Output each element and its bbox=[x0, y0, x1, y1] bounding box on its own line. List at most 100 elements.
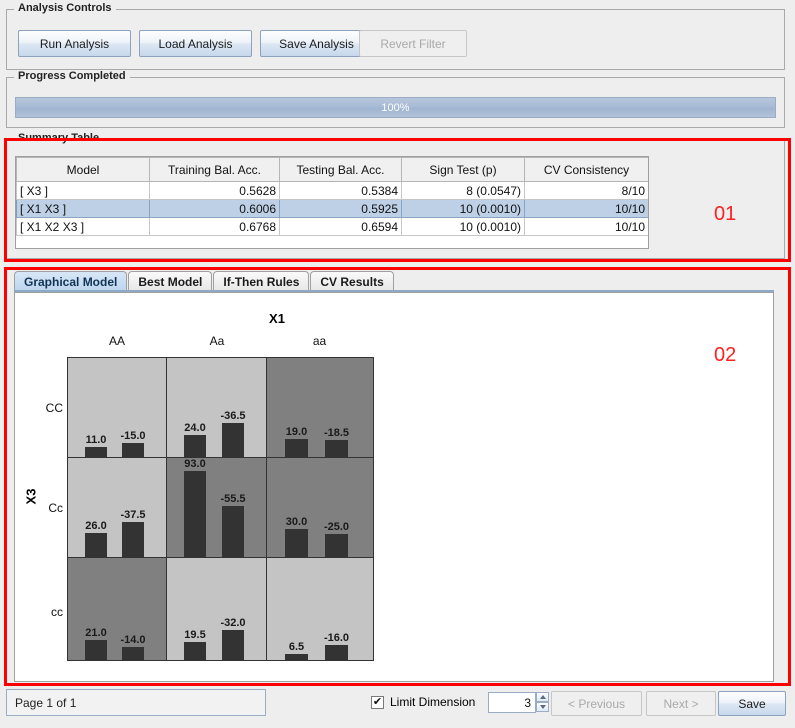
bar-CC-aa-positive bbox=[285, 439, 308, 457]
next-button: Next > bbox=[646, 691, 716, 716]
table-row[interactable]: [ X1 X2 X3 ] 0.6768 0.6594 10 (0.0010) 1… bbox=[16, 217, 648, 236]
cell-model: [ X3 ] bbox=[16, 181, 150, 200]
bar-label-Cc-Aa-negative: -55.5 bbox=[220, 493, 246, 505]
bar-label-CC-Aa-negative: -36.5 bbox=[220, 410, 246, 422]
progress-bar-fill: 100% bbox=[16, 98, 775, 117]
column-label-AA: AA bbox=[108, 334, 125, 348]
column-header-cv-consistency[interactable]: CV Consistency bbox=[524, 157, 648, 182]
chart-cell-cc-AA: 21.0 -14.0 bbox=[68, 558, 167, 660]
summary-table[interactable]: Model Training Bal. Acc. Testing Bal. Ac… bbox=[15, 156, 649, 249]
status-bar: Page 1 of 1 ✔ Limit Dimension 3 < Previo… bbox=[0, 684, 795, 728]
cell-testing-bal-acc: 0.5384 bbox=[279, 181, 402, 200]
bar-cc-aa-negative bbox=[325, 645, 348, 660]
chart-cell-Cc-Aa: 93.0 -55.5 bbox=[167, 458, 267, 558]
bar-CC-AA-positive bbox=[85, 447, 107, 457]
cell-sign-test: 10 (0.0010) bbox=[401, 199, 525, 218]
tab-graphical-model[interactable]: Graphical Model bbox=[14, 271, 128, 291]
chart-cell-Cc-aa: 30.0 -25.0 bbox=[267, 458, 373, 558]
revert-filter-button: Revert Filter bbox=[359, 30, 467, 57]
chart-cell-CC-Aa: 24.0 -36.5 bbox=[167, 358, 267, 458]
table-header-row: Model Training Bal. Acc. Testing Bal. Ac… bbox=[16, 157, 648, 182]
save-analysis-button[interactable]: Save Analysis bbox=[260, 30, 373, 57]
tab-cv-results[interactable]: CV Results bbox=[310, 271, 394, 291]
run-analysis-button[interactable]: Run Analysis bbox=[18, 30, 131, 57]
bar-CC-aa-negative bbox=[325, 440, 348, 457]
column-label-Aa: Aa bbox=[209, 334, 225, 348]
row-label-CC: CC bbox=[45, 401, 63, 415]
bar-label-cc-Aa-negative: -32.0 bbox=[220, 617, 246, 629]
chart-cell-CC-aa: 19.0 -18.5 bbox=[267, 358, 373, 458]
column-header-testing-bal-acc[interactable]: Testing Bal. Acc. bbox=[279, 157, 402, 182]
bar-label-cc-AA-negative: -14.0 bbox=[120, 634, 146, 646]
progress-bar-label: 100% bbox=[381, 101, 410, 114]
chart-grid: 11.0 -15.0 24.0 -36.5 19.0 -18.5 26.0 -37.5 93.0… bbox=[67, 357, 374, 661]
chart-title: X1 bbox=[269, 311, 285, 326]
bar-cc-Aa-positive bbox=[184, 642, 206, 660]
save-button[interactable]: Save bbox=[718, 691, 786, 716]
limit-dimension-label: Limit Dimension bbox=[390, 695, 476, 709]
bar-label-cc-aa-negative: -16.0 bbox=[323, 632, 350, 644]
bar-Cc-aa-negative bbox=[325, 534, 348, 557]
tab-best-model[interactable]: Best Model bbox=[128, 271, 213, 291]
progress-title: Progress Completed bbox=[14, 70, 130, 82]
stepper-down-button[interactable] bbox=[536, 702, 549, 712]
table-row[interactable]: [ X3 ] 0.5628 0.5384 8 (0.0547) 8/10 bbox=[16, 181, 648, 200]
bar-cc-AA-negative bbox=[122, 647, 144, 660]
load-analysis-button[interactable]: Load Analysis bbox=[139, 30, 252, 57]
bar-Cc-Aa-positive bbox=[184, 471, 206, 557]
cell-testing-bal-acc: 0.6594 bbox=[279, 217, 402, 236]
row-label-Cc: Cc bbox=[48, 501, 63, 515]
bar-cc-Aa-negative bbox=[222, 630, 244, 660]
cell-cv-consistency: 10/10 bbox=[524, 217, 648, 236]
page-indicator: Page 1 of 1 bbox=[6, 689, 266, 716]
row-label-cc: cc bbox=[51, 605, 63, 619]
column-label-aa: aa bbox=[312, 334, 327, 348]
bar-CC-AA-negative bbox=[122, 443, 144, 457]
cell-cv-consistency: 10/10 bbox=[524, 199, 648, 218]
bar-label-CC-AA-negative: -15.0 bbox=[120, 430, 146, 442]
cell-model: [ X1 X3 ] bbox=[16, 199, 150, 218]
bar-Cc-AA-positive bbox=[85, 533, 107, 557]
bar-label-Cc-AA-positive: 26.0 bbox=[85, 520, 107, 532]
dimension-stepper[interactable] bbox=[536, 692, 549, 712]
column-header-sign-test[interactable]: Sign Test (p) bbox=[401, 157, 525, 182]
bar-label-Cc-AA-negative: -37.5 bbox=[120, 509, 146, 521]
bar-label-Cc-Aa-positive: 93.0 bbox=[184, 458, 206, 470]
analysis-controls-panel: Analysis Controls Run Analysis Load Anal… bbox=[6, 2, 785, 70]
cell-training-bal-acc: 0.5628 bbox=[149, 181, 280, 200]
dimension-input[interactable]: 3 bbox=[488, 692, 536, 713]
cell-sign-test: 8 (0.0547) bbox=[401, 181, 525, 200]
cell-model: [ X1 X2 X3 ] bbox=[16, 217, 150, 236]
bar-Cc-Aa-negative bbox=[222, 506, 244, 557]
table-row-selected[interactable]: [ X1 X3 ] 0.6006 0.5925 10 (0.0010) 10/1… bbox=[16, 199, 648, 218]
limit-dimension-checkbox[interactable]: ✔ bbox=[371, 695, 384, 709]
bar-cc-AA-positive bbox=[85, 640, 107, 660]
bar-Cc-AA-negative bbox=[122, 522, 144, 557]
tab-panel-graphical-model: X1 AA Aa aa X3 CC Cc cc 11.0 -15.0 24.0 -36… bbox=[14, 292, 774, 682]
cell-training-bal-acc: 0.6006 bbox=[149, 199, 280, 218]
analysis-controls-title: Analysis Controls bbox=[14, 2, 116, 14]
cell-training-bal-acc: 0.6768 bbox=[149, 217, 280, 236]
summary-table-title: Summary Table bbox=[14, 132, 104, 144]
stepper-up-button[interactable] bbox=[536, 692, 549, 702]
column-header-model[interactable]: Model bbox=[16, 157, 150, 182]
summary-table-panel: Summary Table Model Training Bal. Acc. T… bbox=[6, 132, 785, 259]
cell-sign-test: 10 (0.0010) bbox=[401, 217, 525, 236]
bar-label-Cc-aa-negative: -25.0 bbox=[323, 521, 350, 533]
bar-Cc-aa-positive bbox=[285, 529, 308, 557]
progress-panel: Progress Completed 100% bbox=[6, 70, 785, 128]
application-window: Analysis Controls Run Analysis Load Anal… bbox=[0, 0, 795, 728]
bar-cc-aa-positive bbox=[285, 654, 308, 660]
graphical-model-chart: X1 AA Aa aa X3 CC Cc cc 11.0 -15.0 24.0 -36… bbox=[15, 293, 775, 681]
tab-if-then-rules[interactable]: If-Then Rules bbox=[213, 271, 310, 291]
chart-cell-Cc-AA: 26.0 -37.5 bbox=[68, 458, 167, 558]
progress-bar: 100% bbox=[15, 97, 776, 118]
tab-bar: Graphical Model Best Model If-Then Rules… bbox=[14, 270, 774, 291]
bar-label-CC-aa-negative: -18.5 bbox=[323, 427, 350, 439]
bar-label-CC-Aa-positive: 24.0 bbox=[184, 422, 206, 434]
column-header-training-bal-acc[interactable]: Training Bal. Acc. bbox=[149, 157, 280, 182]
previous-button: < Previous bbox=[551, 691, 642, 716]
cell-cv-consistency: 8/10 bbox=[524, 181, 648, 200]
chart-cell-cc-Aa: 19.5 -32.0 bbox=[167, 558, 267, 660]
chart-cell-cc-aa: 6.5 -16.0 bbox=[267, 558, 373, 660]
